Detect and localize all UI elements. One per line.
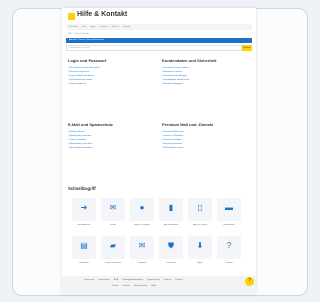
banner-text: Aktuelle Themen: Neue Rufnummer <box>69 39 104 41</box>
tile-label: Datenschutz <box>223 224 235 226</box>
tile-android-app[interactable]: ▮ <box>159 198 183 221</box>
card-icon: ▬ <box>225 203 233 212</box>
tile-label: Kalender <box>137 262 147 264</box>
tile-email[interactable]: ✉ <box>101 198 125 221</box>
help-link[interactable]: Werbefreiheit nutzen <box>162 146 248 150</box>
nav-item[interactable]: Apps <box>91 26 96 28</box>
footer-link[interactable]: AGB <box>114 279 118 281</box>
nav-item[interactable]: Startseite <box>69 26 78 28</box>
tile-label: E-Mail <box>110 224 116 226</box>
tile-label: Sicherheit <box>166 262 176 264</box>
section-login: Login und Passwort Wie ändere ich mein P… <box>68 58 154 86</box>
section-premium: Premium Mail und -Dienste Premium Mail b… <box>162 122 248 150</box>
info-banner[interactable]: Aktuelle Themen: Neue Rufnummer <box>66 38 252 43</box>
help-page: Hilfe & Kontakt Startseite Hilfe Apps Th… <box>62 8 256 294</box>
footer-link[interactable]: Presse <box>112 285 118 287</box>
page-title: Hilfe & Kontakt <box>77 11 128 18</box>
user-icon: ● <box>139 203 145 212</box>
tile-label: App für iPhone <box>193 224 207 226</box>
arrow-right-icon: ➜ <box>80 203 88 212</box>
section-title: Premium Mail und -Dienste <box>162 122 214 127</box>
footer-link[interactable]: Impressum <box>84 279 94 281</box>
tile-label: Login & Passwort <box>133 224 151 226</box>
footer-link[interactable]: Jugendschutz <box>147 279 160 281</box>
footer-link[interactable]: Cookies <box>164 279 172 281</box>
search-placeholder: Suchbegriff eingeben <box>69 47 90 49</box>
page-footer: Impressum Datenschutz AGB Nutzungsbeding… <box>62 276 256 294</box>
tile-ordner[interactable]: ▰ <box>101 236 125 259</box>
folder-icon: ▰ <box>109 241 117 250</box>
tile-sicherheit[interactable]: ⛊ <box>159 236 183 259</box>
footer-link[interactable]: Nutzungsbedingungen <box>122 279 143 281</box>
envelope-icon: ✉ <box>109 203 117 212</box>
tile-label: App für Android <box>163 224 179 226</box>
phone-icon: ▮ <box>168 203 174 212</box>
section-customer-data: Kundendaten und Sicherheit Persönliche D… <box>162 58 248 86</box>
tile-newsletter[interactable]: ▤ <box>72 236 96 259</box>
mail-settings-icon: ✉ <box>138 241 146 250</box>
tile-label: Ordner verwalten <box>105 262 121 264</box>
chat-help-icon[interactable]: ? <box>245 277 254 286</box>
footer-link[interactable]: Hilfe <box>152 285 156 287</box>
help-link[interactable]: Speicherplatz erweitern <box>68 146 154 150</box>
top-navigation: Startseite Hilfe Apps Themen Service Kon… <box>66 24 252 30</box>
breadcrumb[interactable]: Hilfe › Hilfe & Kontakt <box>68 33 89 35</box>
footer-link[interactable]: Datenschutz <box>98 279 110 281</box>
help-icon: ? <box>226 241 232 250</box>
tile-kalender[interactable]: ✉ <box>130 236 154 259</box>
help-link[interactable]: Benachrichtigungen <box>162 82 248 86</box>
tile-label: Neue Adresse <box>77 224 91 226</box>
section-title: Kundendaten und Sicherheit <box>162 58 217 63</box>
search-button[interactable]: Suchen <box>242 45 252 51</box>
nav-item[interactable]: Themen <box>100 26 108 28</box>
footer-link[interactable]: Barrierefreiheit <box>134 285 148 287</box>
help-link[interactable]: Konto entsperren <box>68 82 154 86</box>
footer-link[interactable]: Karriere <box>122 285 129 287</box>
footer-link[interactable]: Kontakt <box>175 279 182 281</box>
nav-item[interactable]: Service <box>112 26 119 28</box>
tile-neue-adresse[interactable]: ➜ <box>72 198 96 221</box>
tile-label: Kontakt <box>225 262 233 264</box>
tile-label: Newsletter <box>79 262 89 264</box>
download-icon: ⬇ <box>196 241 204 250</box>
search-input[interactable]: Suchbegriff eingeben <box>66 45 242 51</box>
tile-iphone-app[interactable]: ▯ <box>188 198 212 221</box>
shield-icon: ⛊ <box>168 241 174 250</box>
phone-icon: ▯ <box>197 203 203 212</box>
tile-apps[interactable]: ⬇ <box>188 236 212 259</box>
tile-datenschutz[interactable]: ▬ <box>217 198 241 221</box>
section-email: E-Mail und Spamschutz E-Mails abrufen Sp… <box>68 122 154 150</box>
brand-logo-icon[interactable] <box>68 13 75 20</box>
tile-kontakt[interactable]: ? <box>217 236 241 259</box>
nav-item[interactable]: Hilfe <box>82 26 86 28</box>
section-title: Login und Passwort <box>68 58 107 63</box>
tile-label: Apps <box>197 262 203 264</box>
section-title: E-Mail und Spamschutz <box>68 122 113 127</box>
document-icon: ▤ <box>80 241 88 250</box>
nav-item[interactable]: Kontakt <box>123 26 130 28</box>
quick-access-title: Schnellzugriff <box>68 186 96 191</box>
tile-login[interactable]: ● <box>130 198 154 221</box>
